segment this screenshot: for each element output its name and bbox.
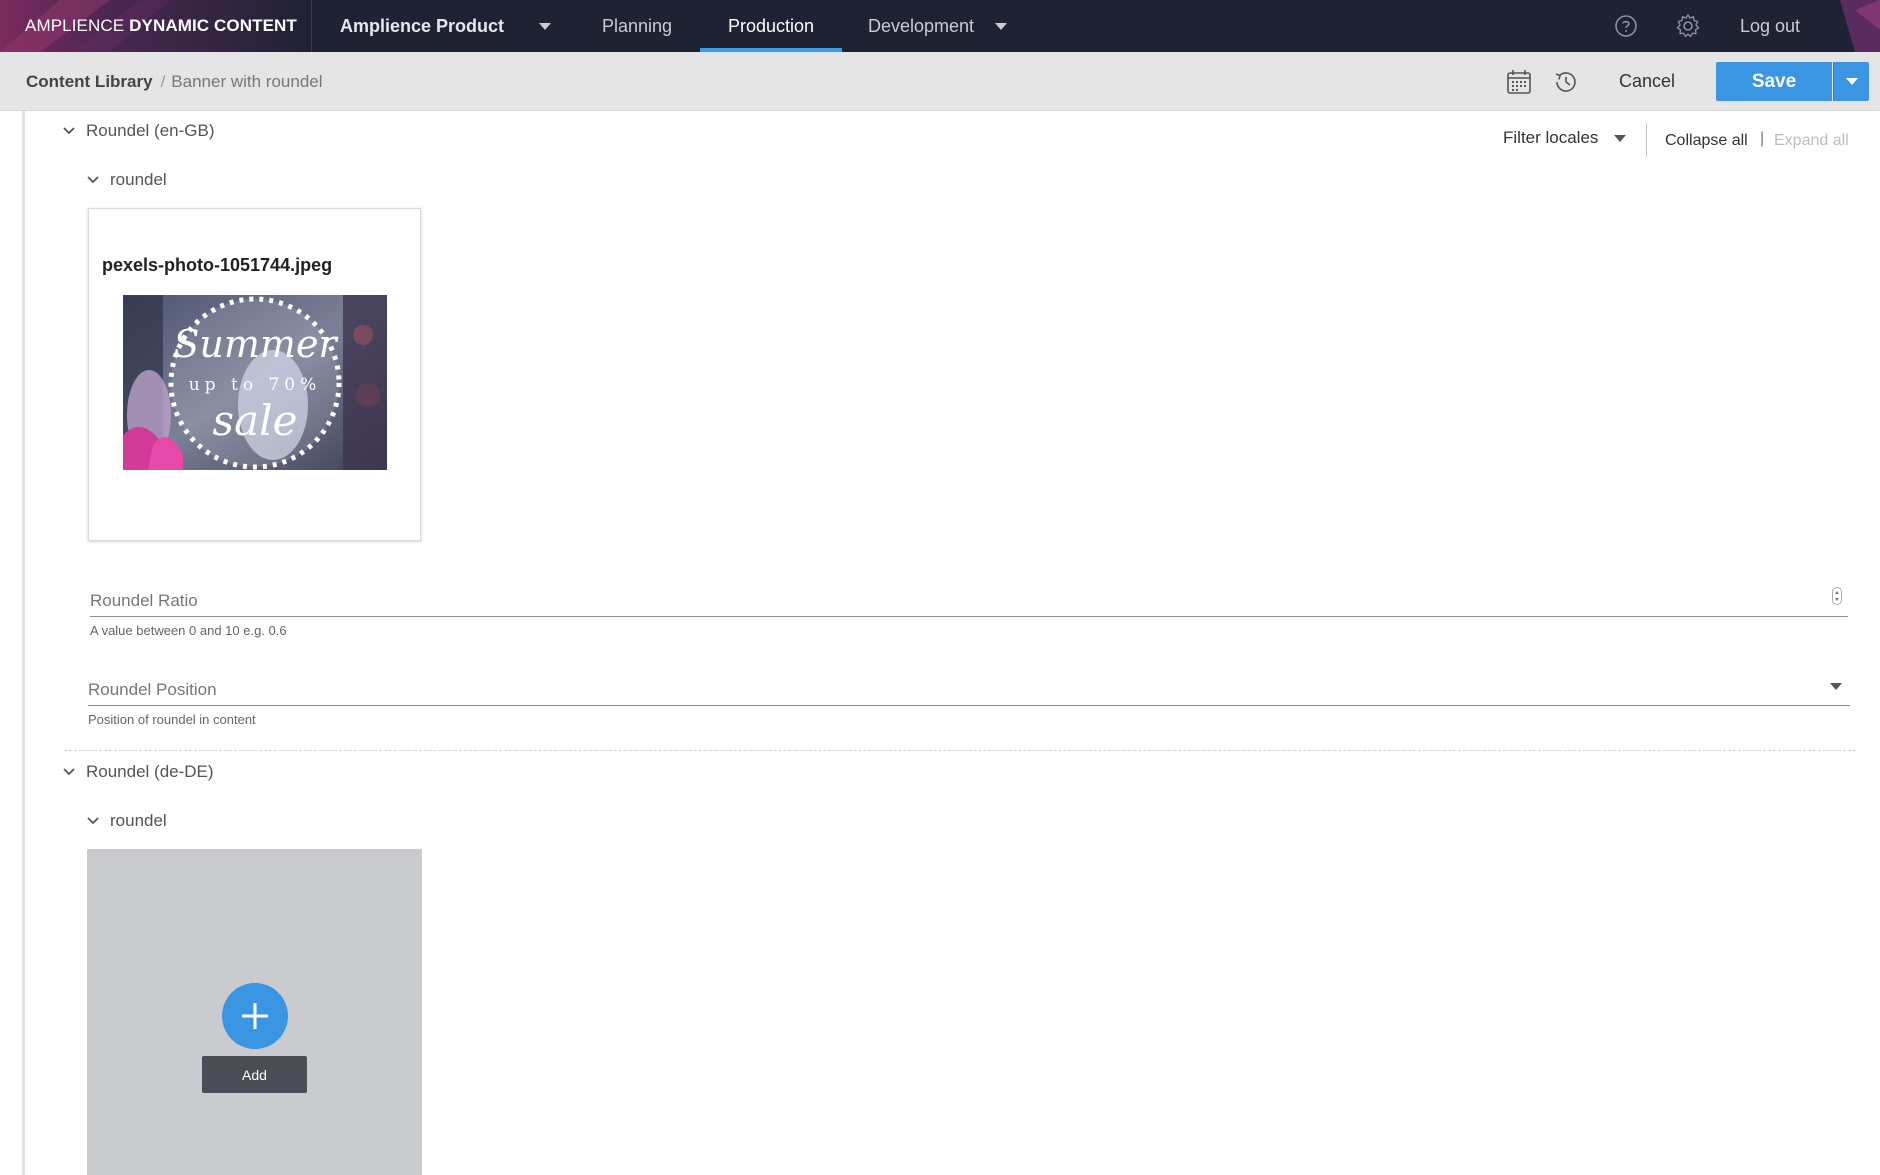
add-button-label[interactable]: Add xyxy=(202,1056,307,1093)
section-title: Roundel (en-GB) xyxy=(86,121,215,140)
hub-selector[interactable]: Amplience Product xyxy=(340,0,504,52)
tab-development[interactable]: Development xyxy=(868,0,974,52)
help-icon[interactable] xyxy=(1612,12,1640,40)
brand-logo[interactable]: AMPLIENCE DYNAMIC CONTENT xyxy=(0,0,312,52)
history-icon[interactable] xyxy=(1552,68,1580,96)
image-filename: pexels-photo-1051744.jpeg xyxy=(102,255,333,275)
chevron-down-icon xyxy=(63,768,75,776)
expand-all-button[interactable]: Expand all xyxy=(1774,132,1849,150)
roundel-position-help: Position of roundel in content xyxy=(88,712,256,727)
section-divider xyxy=(64,750,1856,751)
filter-locales-dropdown[interactable]: Filter locales xyxy=(1503,128,1627,148)
brand-name-bold: DYNAMIC CONTENT xyxy=(129,16,297,35)
corner-decoration xyxy=(1840,0,1880,52)
chevron-down-icon xyxy=(1614,134,1627,142)
breadcrumb-separator: / xyxy=(160,71,166,91)
section-roundel-en-gb[interactable]: Roundel (en-GB) xyxy=(62,121,215,141)
empty-image-card[interactable]: Add xyxy=(87,849,422,1175)
section-roundel-de-de[interactable]: Roundel (de-DE) xyxy=(62,762,214,782)
collapse-all-button[interactable]: Collapse all xyxy=(1665,132,1748,150)
roundel-ratio-label: Roundel Ratio xyxy=(90,591,198,610)
tab-production[interactable]: Production xyxy=(700,0,842,52)
subsection-title: roundel xyxy=(110,170,167,189)
brand-name-light: AMPLIENCE xyxy=(25,16,125,35)
chevron-down-icon[interactable] xyxy=(1830,683,1842,690)
gear-icon[interactable] xyxy=(1674,12,1702,40)
roundel-ratio-field[interactable]: Roundel Ratio A value between 0 and 10 e… xyxy=(90,582,1848,638)
logout-link[interactable]: Log out xyxy=(1740,0,1800,52)
content-header-bar: Content Library / Banner with roundel Ca… xyxy=(0,52,1880,111)
breadcrumb-content-library[interactable]: Content Library xyxy=(26,72,153,92)
thumb-discount-text: up to 70% xyxy=(189,375,322,395)
roundel-ratio-underline xyxy=(90,616,1848,617)
breadcrumb-current: Banner with roundel xyxy=(171,71,323,91)
subsection-title: roundel xyxy=(110,811,167,830)
chevron-down-icon xyxy=(87,817,99,825)
tab-planning[interactable]: Planning xyxy=(602,0,672,52)
breadcrumb: Content Library / Banner with roundel xyxy=(26,52,323,111)
roundel-position-label: Roundel Position xyxy=(88,680,217,699)
chevron-down-icon xyxy=(87,176,99,184)
roundel-position-select[interactable]: Roundel Position Position of roundel in … xyxy=(88,671,1850,727)
calendar-icon[interactable] xyxy=(1505,68,1533,96)
roundel-ratio-help: A value between 0 and 10 e.g. 0.6 xyxy=(90,623,287,638)
subsection-roundel-en-gb[interactable]: roundel xyxy=(86,170,167,190)
plus-icon xyxy=(242,1003,268,1029)
image-thumbnail[interactable]: Summer up to 70% sale xyxy=(123,295,387,470)
chevron-down-icon xyxy=(63,127,75,135)
save-button[interactable]: Save xyxy=(1716,62,1832,101)
filter-locales-label: Filter locales xyxy=(1503,128,1599,147)
toolbar-divider xyxy=(1646,123,1647,157)
add-image-button[interactable] xyxy=(222,983,288,1049)
development-dropdown-caret-icon[interactable] xyxy=(995,23,1007,30)
save-options-dropdown[interactable] xyxy=(1833,62,1869,101)
cancel-button[interactable]: Cancel xyxy=(1604,62,1690,100)
toolbar-separator: | xyxy=(1760,130,1765,147)
image-card[interactable]: pexels-photo-1051744.jpeg Summer up to 7… xyxy=(88,208,421,541)
number-stepper-icon[interactable] xyxy=(1832,587,1842,605)
thumb-summer-text: Summer xyxy=(173,322,339,366)
section-title: Roundel (de-DE) xyxy=(86,762,214,781)
content-left-rail xyxy=(22,111,25,1175)
hub-dropdown-caret-icon[interactable] xyxy=(539,23,551,30)
roundel-position-underline xyxy=(88,705,1850,706)
chevron-down-icon xyxy=(1845,78,1858,85)
top-navigation: AMPLIENCE DYNAMIC CONTENT Amplience Prod… xyxy=(0,0,1880,52)
thumb-sale-text: sale xyxy=(213,396,298,445)
subsection-roundel-de-de[interactable]: roundel xyxy=(86,811,167,831)
